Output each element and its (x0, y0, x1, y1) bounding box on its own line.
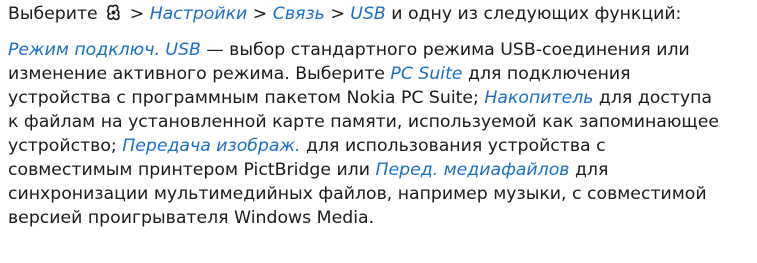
paragraph-text: — выбор стандартного режима USB-соединен… (200, 40, 690, 60)
paragraph-text: для доступа (593, 88, 713, 108)
image-transfer-link[interactable]: Передача изображ. (122, 136, 300, 156)
pc-suite-link[interactable]: PC Suite (390, 64, 462, 84)
paragraph-line-7: синхронизации мультимедийных файлов, нап… (8, 182, 707, 206)
paragraph-line-1: Режим подключ. USB — выбор стандартного … (8, 38, 690, 62)
paragraph-line-5: устройство; Передача изображ. для исполь… (8, 134, 606, 158)
connectivity-link[interactable]: Связь (273, 4, 325, 24)
intro-line: Выберите > Настройки > Связь > USB и одн… (8, 2, 681, 26)
breadcrumb-separator: > (129, 4, 150, 24)
paragraph-text: изменение активного режима. Выберите (8, 64, 391, 84)
breadcrumb-separator: > (252, 4, 273, 24)
paragraph-line-2: изменение активного режима. Выберите PC … (8, 62, 631, 86)
menu-key-icon (107, 4, 120, 21)
mass-storage-link[interactable]: Накопитель (484, 88, 593, 108)
paragraph-text: версией проигрывателя Windows Media. (8, 208, 375, 228)
paragraph-line-3: устройства с программным пакетом Nokia P… (8, 86, 712, 110)
paragraph-text: совместимым принтером PictBridge или (8, 160, 376, 180)
paragraph-text: для использования устройства с (300, 136, 606, 156)
paragraph-text: для подключения (462, 64, 631, 84)
intro-prefix: Выберите (8, 4, 98, 24)
usb-mode-link[interactable]: Режим подключ. USB (8, 40, 201, 60)
paragraph-text: устройства с программным пакетом Nokia P… (8, 88, 485, 108)
breadcrumb-separator: > (330, 4, 351, 24)
paragraph-text: синхронизации мультимедийных файлов, нап… (8, 184, 707, 204)
paragraph-text: для (569, 160, 609, 180)
media-transfer-link[interactable]: Перед. медиафайлов (375, 160, 569, 180)
paragraph-line-4: к файлам на установленной карте памяти, … (8, 110, 719, 134)
paragraph-text: к файлам на установленной карте памяти, … (8, 112, 719, 132)
intro-suffix: и одну из следующих функций: (391, 4, 682, 24)
paragraph-line-6: совместимым принтером PictBridge или Пер… (8, 158, 608, 182)
document-page: Выберите > Настройки > Связь > USB и одн… (0, 0, 757, 263)
paragraph-line-8: версией проигрывателя Windows Media. (8, 206, 374, 230)
paragraph-text: устройство; (8, 136, 123, 156)
usb-link[interactable]: USB (350, 4, 385, 24)
settings-link[interactable]: Настройки (150, 4, 248, 24)
